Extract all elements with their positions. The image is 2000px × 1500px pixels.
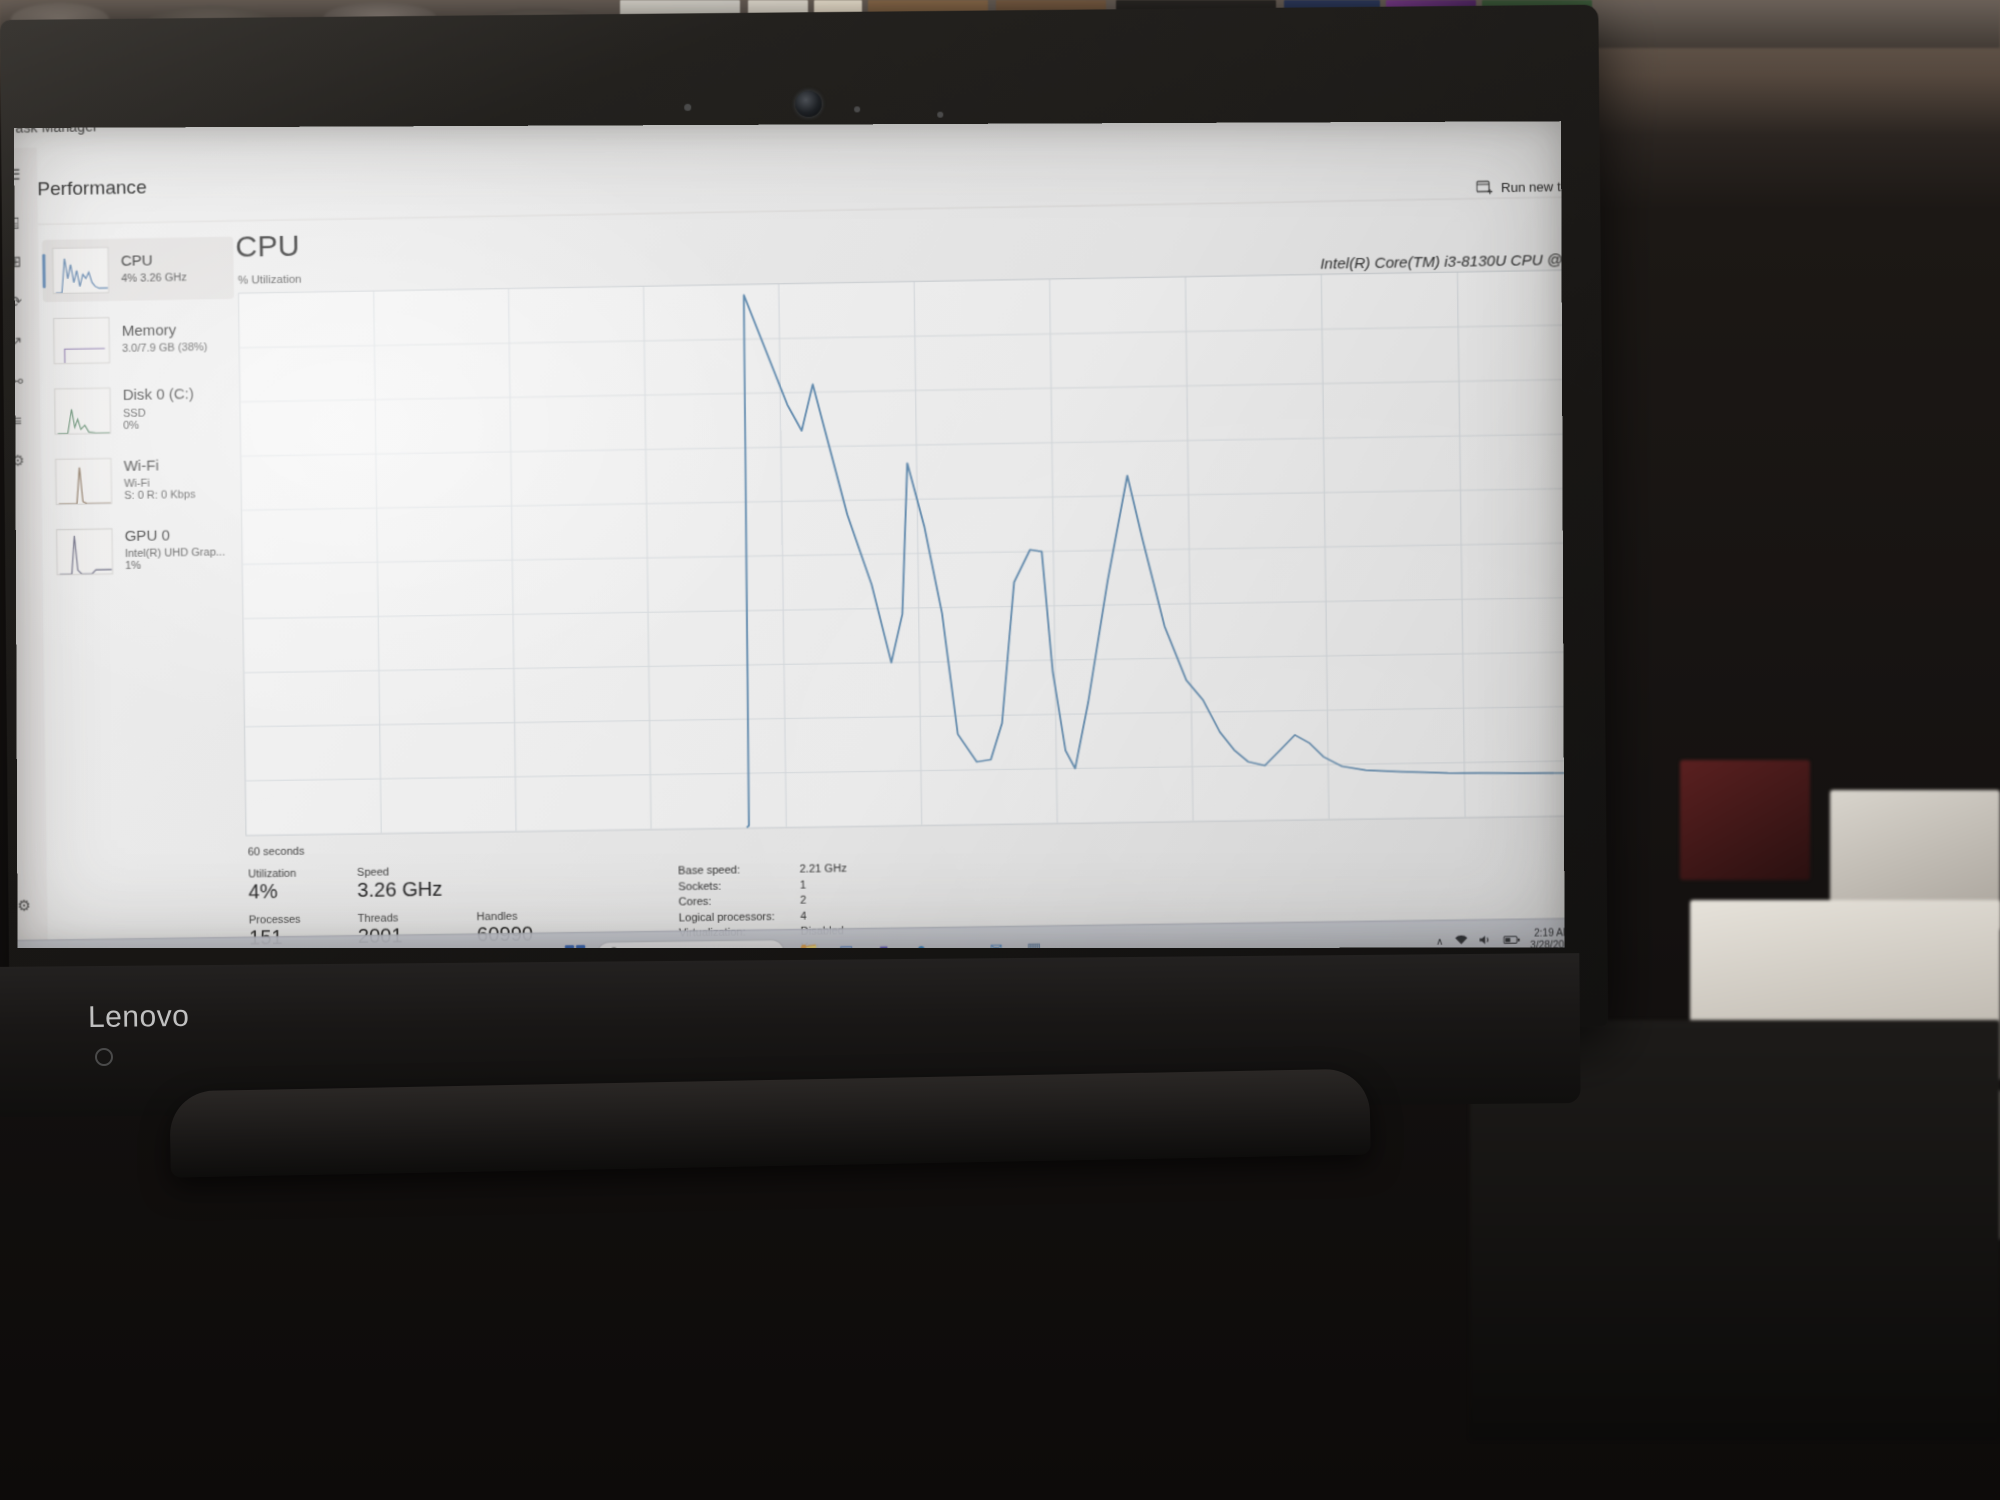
sidebar-item-gpu-sub2: 1% (124, 560, 142, 573)
taskbar-center-group: Search 📁 ▣ ■ ● ▬ ✉ ▦ (564, 935, 1048, 949)
cpu-graph-svg (239, 270, 1565, 835)
utilization-axis-label: % Utilization (237, 273, 302, 287)
spec-value-cores: 2 (799, 894, 807, 907)
users-icon[interactable]: ⚯ (14, 369, 30, 396)
content-area: Performance Run new task CPU 4% 3.26 GHz… (37, 121, 1565, 948)
file-explorer-icon[interactable]: 📁 (796, 938, 823, 948)
disk-mini-graph (54, 387, 112, 435)
spec-key-sockets: Sockets: (678, 880, 722, 893)
cpu-detail-panel: CPU % Utilization Intel(R) Core(TM) i3-8… (235, 206, 1565, 948)
spec-key-logical-processors: Logical processors: (678, 910, 775, 925)
background-object-right-1 (1680, 760, 1810, 880)
sidebar-item-wifi-text: Wi-Fi Wi-Fi S: 0 R: 0 Kbps (123, 457, 196, 503)
sidebar-item-gpu-name: GPU 0 (124, 527, 171, 546)
laptop-screen: Task Manager − □ ☰ ⌸ ⊞ ⟳ ↗ ⚯ ≡ ⚙ ⚙ (14, 121, 1565, 949)
chat-icon[interactable]: ▣ (833, 938, 860, 948)
sidebar-item-disk-name: Disk 0 (C:) (122, 386, 195, 405)
cpu-utilization-graph (237, 269, 1565, 837)
handles-stat-label: Handles (476, 910, 518, 924)
spec-key-cores: Cores: (678, 896, 712, 909)
spec-value-sockets: 1 (799, 878, 807, 892)
wifi-mini-graph (55, 457, 113, 506)
utilization-stat: Utilization 4% (248, 867, 357, 905)
webcam-icon (795, 90, 822, 117)
spec-value-base-speed: 2.21 GHz (799, 862, 847, 876)
run-new-task-button[interactable]: Run new task (1476, 178, 1565, 195)
camera-sensor-dot-right (854, 106, 861, 113)
sidebar-item-cpu[interactable]: CPU 4% 3.26 GHz (42, 236, 235, 303)
app-history-icon[interactable]: ⟳ (14, 288, 29, 315)
camera-sensor-dot-left (684, 103, 692, 111)
utilization-stat-label: Utilization (248, 867, 297, 881)
cpu-mini-graph (52, 246, 110, 294)
tray-time: 2:19 AM (1533, 927, 1565, 940)
laptop-brand-logo: Lenovo (87, 999, 190, 1034)
sidebar-item-wifi[interactable]: Wi-Fi Wi-Fi S: 0 R: 0 Kbps (45, 448, 237, 514)
task-manager-icon[interactable]: ▦ (1021, 935, 1048, 948)
processes-stat-label: Processes (248, 913, 301, 927)
processes-icon[interactable]: ⌸ (14, 210, 28, 237)
edge-icon[interactable]: ● (908, 937, 935, 948)
run-new-task-label: Run new task (1500, 178, 1565, 195)
sidebar-item-memory-sub: 3.0/7.9 GB (38%) (121, 341, 208, 356)
sidebar-item-wifi-sub: Wi-Fi (123, 477, 150, 490)
sidebar-item-disk-sub2: 0% (122, 419, 140, 432)
utilization-stat-value: 4% (248, 880, 278, 904)
tray-chevron-icon[interactable]: ∧ (1436, 936, 1444, 947)
performance-icon[interactable]: ⊞ (14, 248, 28, 275)
sidebar-item-wifi-name: Wi-Fi (123, 457, 159, 476)
taskbar-search-box[interactable]: Search (596, 938, 785, 949)
sidebar-item-gpu-text: GPU 0 Intel(R) UHD Grap... 1% (125, 528, 226, 573)
sidebar-item-cpu-name: CPU (120, 252, 153, 271)
cpu-stats-row-1: Utilization 4% Speed 3.26 GHz (248, 862, 672, 904)
sidebar-item-cpu-text: CPU 4% 3.26 GHz (120, 252, 187, 285)
microphone-dot (937, 111, 944, 118)
sidebar-item-disk-text: Disk 0 (C:) SSD 0% (122, 386, 195, 432)
sidebar-item-memory-text: Memory 3.0/7.9 GB (38%) (121, 322, 208, 356)
sidebar-item-wifi-sub2: S: 0 R: 0 Kbps (123, 489, 196, 503)
gpu-mini-graph (56, 528, 114, 576)
tray-clock[interactable]: 2:19 AM 3/28/2024 (1530, 927, 1565, 949)
sidebar-item-gpu[interactable]: GPU 0 Intel(R) UHD Grap... 1% (46, 518, 238, 583)
memory-mini-graph (53, 317, 111, 365)
tray-date: 3/28/2024 (1530, 940, 1565, 949)
spec-value-logical-processors: 4 (800, 910, 807, 923)
run-new-task-icon (1476, 180, 1494, 195)
settings-gear-icon[interactable]: ⚙ (14, 893, 36, 917)
teams-icon[interactable]: ■ (871, 937, 898, 948)
graph-gridlines (239, 270, 1565, 835)
speed-stat-value: 3.26 GHz (357, 878, 443, 902)
sidebar-item-gpu-sub: Intel(R) UHD Grap... (124, 546, 226, 561)
mail-icon[interactable]: ✉ (983, 935, 1010, 948)
power-indicator-icon (95, 1048, 113, 1066)
services-icon[interactable]: ⚙ (14, 447, 31, 474)
sidebar-item-cpu-sub: 4% 3.26 GHz (120, 271, 187, 285)
battery-icon[interactable] (1503, 934, 1521, 947)
photo-scene: Task Manager − □ ☰ ⌸ ⊞ ⟳ ↗ ⚯ ≡ ⚙ ⚙ (0, 0, 2000, 1500)
spec-key-base-speed: Base speed: (678, 864, 741, 878)
resource-list: CPU 4% 3.26 GHz Memory 3.0/7.9 GB (38%) … (42, 236, 238, 592)
speed-stat-label: Speed (356, 866, 390, 879)
system-tray: ∧ 2:19 AM 3/28/2024 (1436, 918, 1565, 949)
sidebar-item-memory-name: Memory (121, 322, 177, 341)
start-button-icon[interactable] (564, 944, 586, 949)
sidebar-item-disk-sub: SSD (122, 407, 146, 420)
details-icon[interactable]: ≡ (14, 407, 31, 434)
wifi-icon[interactable] (1454, 935, 1468, 948)
startup-apps-icon[interactable]: ↗ (14, 329, 30, 356)
taskbar-search-label: Search (629, 946, 668, 948)
graph-time-span-label: 60 seconds (247, 845, 305, 859)
page-title: Performance (37, 177, 147, 201)
hamburger-menu-icon[interactable]: ☰ (14, 162, 27, 189)
volume-icon[interactable] (1478, 934, 1492, 948)
folder-icon[interactable]: ▬ (946, 936, 973, 948)
cpu-heading: CPU (235, 229, 301, 264)
sidebar-item-disk[interactable]: Disk 0 (C:) SSD 0% (44, 377, 236, 443)
sidebar-item-memory[interactable]: Memory 3.0/7.9 GB (38%) (43, 307, 235, 373)
window-body: ☰ ⌸ ⊞ ⟳ ↗ ⚯ ≡ ⚙ ⚙ Performance Run new ta… (14, 121, 1565, 948)
speed-stat: Speed 3.26 GHz (357, 865, 477, 903)
threads-stat-label: Threads (357, 912, 399, 926)
search-icon (608, 946, 621, 948)
task-manager-window: Task Manager − □ ☰ ⌸ ⊞ ⟳ ↗ ⚯ ≡ ⚙ ⚙ (14, 121, 1565, 948)
